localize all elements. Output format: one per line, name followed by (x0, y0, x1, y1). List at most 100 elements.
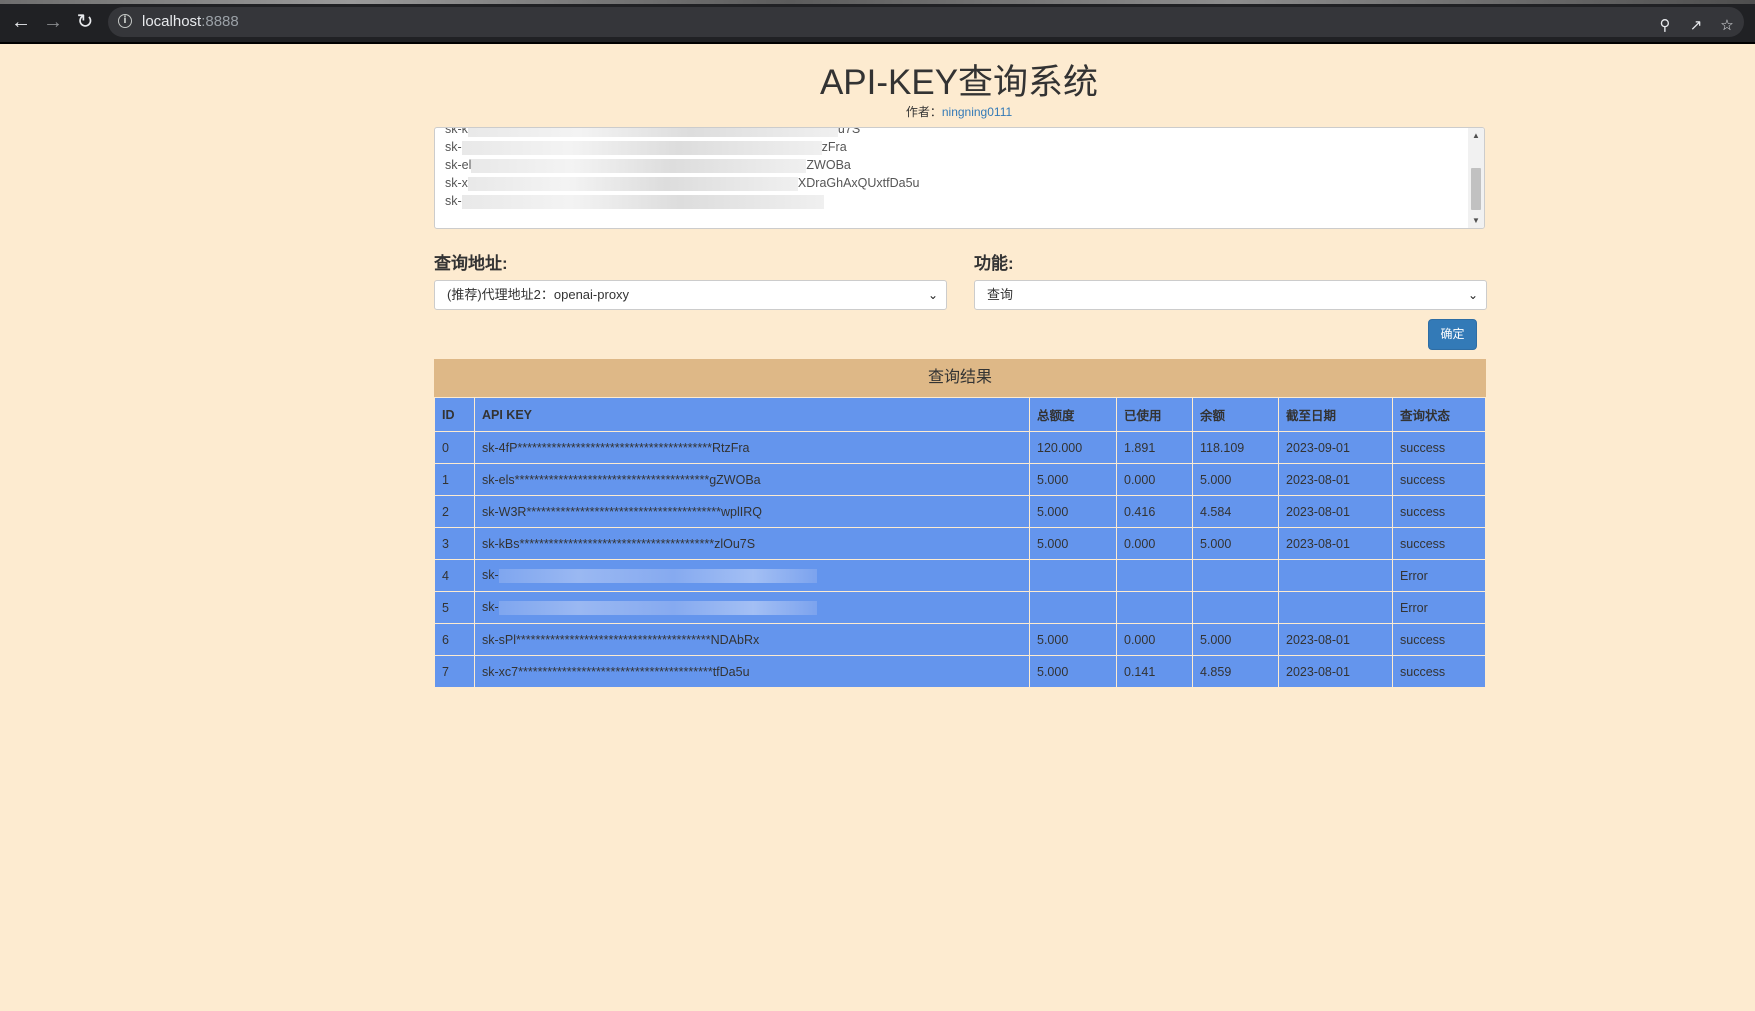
api-key-line: sk-x XDraGhAxQUxtfDa5u (445, 174, 920, 192)
api-key-cell-text: sk-kBs**********************************… (482, 536, 756, 551)
status-cell-text: success (1400, 504, 1446, 519)
status-cell-text: success (1400, 664, 1446, 679)
api-key-line-suffix: ZWOBa (806, 158, 851, 172)
status-cell: success (1392, 623, 1486, 656)
author-link[interactable]: ningning0111 (942, 105, 1012, 119)
total-cell-text: 5.000 (1037, 664, 1069, 679)
id-cell-text: 5 (442, 600, 449, 615)
used-cell (1116, 559, 1193, 592)
used-cell: 0.416 (1116, 495, 1193, 528)
chevron-down-icon: ⌄ (1467, 288, 1478, 302)
status-cell-text: success (1400, 632, 1446, 647)
scroll-down-icon[interactable]: ▼ (1468, 216, 1484, 225)
used-cell-text: 0.000 (1124, 536, 1156, 551)
table-row: 2 sk-W3R*********************************… (434, 495, 1486, 528)
id-cell-text: 4 (442, 568, 449, 583)
redaction-blur (467, 176, 798, 191)
textarea-scrollbar[interactable]: ▲ ▼ (1468, 128, 1484, 228)
address-bar[interactable]: i localhost:8888 ⚲ ↗ ☆ (108, 7, 1744, 37)
total-cell-text: 5.000 (1037, 536, 1069, 551)
api-key-line-suffix: u7S (837, 127, 861, 136)
api-key-cell: sk-sPl**********************************… (474, 623, 1030, 656)
status-cell-text: success (1400, 440, 1446, 455)
star-icon[interactable]: ☆ (1717, 15, 1737, 35)
address-label: 查询地址: (434, 254, 508, 273)
used-cell-text: 0.000 (1124, 632, 1156, 647)
id-cell: 5 (434, 591, 475, 624)
api-key-cell-text: sk-els**********************************… (482, 472, 761, 487)
status-cell: success (1392, 463, 1486, 496)
function-select[interactable]: 查询 ⌄ (974, 280, 1487, 310)
api-key-line-prefix: sk-el (445, 158, 472, 172)
id-cell-text: 6 (442, 632, 449, 647)
reload-icon[interactable]: ↻ (73, 10, 97, 34)
address-bar-url[interactable]: localhost:8888 (142, 13, 239, 30)
back-arrow-icon[interactable]: ← (9, 10, 33, 34)
api-key-cell-text: sk-sPl**********************************… (482, 632, 760, 647)
used-cell-text: 1.891 (1124, 440, 1156, 455)
balance-cell-text: 4.584 (1200, 504, 1232, 519)
balance-cell (1192, 591, 1279, 624)
total-cell: 5.000 (1029, 623, 1117, 656)
total-cell: 5.000 (1029, 655, 1117, 688)
balance-cell: 5.000 (1192, 527, 1279, 560)
table-row: 7 sk-xc7*********************************… (434, 655, 1486, 688)
confirm-button[interactable]: 确定 (1428, 319, 1477, 350)
id-cell-text: 2 (442, 504, 449, 519)
id-cell: 0 (434, 431, 475, 464)
used-cell (1116, 591, 1193, 624)
api-key-line: sk-el ZWOBa (445, 156, 920, 174)
total-cell-text: 120.000 (1037, 440, 1083, 455)
redaction-blur (498, 568, 817, 583)
scrollbar-thumb[interactable] (1471, 168, 1481, 210)
balance-cell-text: 118.109 (1200, 440, 1245, 455)
status-cell: Error (1392, 559, 1486, 592)
total-cell: 5.000 (1029, 527, 1117, 560)
table-row: 5 sk- Error (434, 591, 1486, 624)
total-cell (1029, 559, 1117, 592)
results-body: 0 sk-4fP*********************************… (434, 431, 1486, 688)
date-cell: 2023-08-01 (1278, 527, 1393, 560)
api-keys-textarea[interactable]: sk-k u7S sk-zFra sk-el ZWOBa sk-x XDraGhAxQUxt… (434, 127, 1485, 229)
api-key-cell-text: sk-W3R**********************************… (482, 504, 762, 519)
date-cell: 2023-08-01 (1278, 655, 1393, 688)
results-table: ID API KEY 总额度 已使用 余额 截至日期 查询状态 0 sk-4fP*… (434, 397, 1486, 688)
id-cell: 6 (434, 623, 475, 656)
total-cell (1029, 591, 1117, 624)
page-title: API-KEY查询系统 (819, 63, 1099, 102)
balance-cell: 5.000 (1192, 623, 1279, 656)
balance-cell (1192, 559, 1279, 592)
table-row: 0 sk-4fP*********************************… (434, 431, 1486, 464)
balance-cell: 118.109 (1192, 431, 1279, 464)
table-row: 3 sk-kBs*********************************… (434, 527, 1486, 560)
balance-cell: 5.000 (1192, 463, 1279, 496)
share-icon[interactable]: ↗ (1686, 15, 1706, 35)
date-cell-text: 2023-08-01 (1286, 536, 1350, 551)
api-key-line: sk- (445, 192, 920, 210)
api-key-line: sk-zFra (445, 138, 920, 156)
id-cell: 2 (434, 495, 475, 528)
table-row: 1 sk-els*********************************… (434, 463, 1486, 496)
status-cell-text: success (1400, 472, 1446, 487)
date-cell: 2023-08-01 (1278, 623, 1393, 656)
balance-cell-text: 5.000 (1200, 472, 1232, 487)
id-cell-text: 3 (442, 536, 449, 551)
function-label: 功能: (974, 254, 1014, 273)
balance-cell: 4.859 (1192, 655, 1279, 688)
zoom-icon[interactable]: ⚲ (1655, 15, 1675, 35)
api-key-line: sk-k u7S (445, 127, 920, 138)
table-row: 4 sk- Error (434, 559, 1486, 592)
api-key-line-suffix: zFra (821, 140, 847, 154)
used-cell: 0.000 (1116, 623, 1193, 656)
forward-arrow-icon[interactable]: → (41, 10, 65, 34)
author-line: 作者：ningning0111 (0, 103, 1755, 120)
scroll-up-icon[interactable]: ▲ (1468, 131, 1484, 140)
results-header: 查询结果 (434, 359, 1486, 397)
used-cell-text: 0.416 (1124, 504, 1156, 519)
id-cell-text: 7 (442, 664, 449, 679)
id-cell: 1 (434, 463, 475, 496)
info-icon[interactable]: i (118, 14, 132, 28)
address-select[interactable]: (推荐)代理地址2：openai-proxy ⌄ (434, 280, 947, 310)
status-cell: success (1392, 655, 1486, 688)
used-cell: 1.891 (1116, 431, 1193, 464)
